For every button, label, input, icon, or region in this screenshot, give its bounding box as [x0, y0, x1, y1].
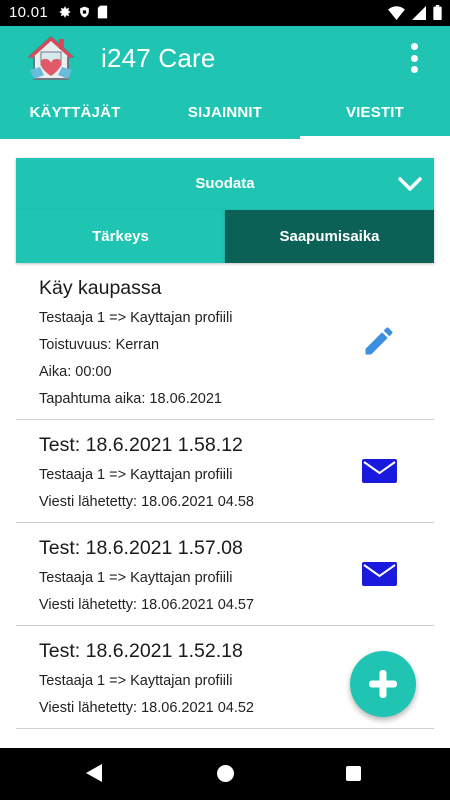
pencil-icon[interactable] [361, 323, 397, 359]
filter-toggle[interactable]: Suodata [16, 158, 434, 210]
filter-label: Suodata [195, 175, 255, 192]
tab-messages[interactable]: VIESTIT [300, 90, 450, 139]
tab-locations[interactable]: SIJAINNIT [150, 90, 300, 139]
message-route: Testaaja 1 => Kayttajan profiili [39, 467, 233, 483]
list-item[interactable]: Test: 18.6.2021 1.58.12 Testaaja 1 => Ka… [16, 420, 434, 523]
overflow-menu-icon[interactable] [408, 43, 420, 73]
app-title: i247 Care [101, 43, 216, 73]
message-time: Aika: 00:00 [39, 364, 112, 380]
status-right-icons [388, 5, 442, 20]
message-title: Test: 18.6.2021 1.52.18 [39, 640, 243, 662]
home-circle-icon[interactable] [217, 765, 234, 782]
tab-row: KÄYTTÄJÄT SIJAINNIT VIESTIT [0, 90, 450, 139]
message-sent-time: Viesti lähetetty: 18.06.2021 04.52 [39, 700, 254, 716]
system-nav-bar [0, 748, 450, 800]
message-sent-time: Viesti lähetetty: 18.06.2021 04.58 [39, 494, 254, 510]
plus-icon [369, 670, 397, 698]
message-title: Test: 18.6.2021 1.57.08 [39, 537, 243, 559]
sort-by-priority-button[interactable]: Tärkeys [16, 210, 225, 263]
battery-icon [433, 5, 442, 20]
recents-square-icon[interactable] [346, 766, 361, 781]
shield-icon [80, 6, 89, 18]
back-triangle-icon[interactable] [86, 764, 102, 782]
message-route: Testaaja 1 => Kayttajan profiili [39, 673, 233, 689]
message-route: Testaaja 1 => Kayttajan profiili [39, 570, 233, 586]
status-time: 10.01 [9, 4, 49, 21]
message-sent-time: Viesti lähetetty: 18.06.2021 04.57 [39, 597, 254, 613]
sort-by-arrival-button[interactable]: Saapumisaika [225, 210, 434, 263]
envelope-icon[interactable] [362, 459, 397, 483]
signal-icon [412, 5, 426, 20]
message-title: Käy kaupassa [39, 277, 162, 299]
status-left-icons [58, 5, 108, 19]
chevron-down-icon [398, 177, 422, 191]
list-item[interactable]: Test: 18.6.2021 1.57.08 Testaaja 1 => Ka… [16, 523, 434, 626]
tab-users[interactable]: KÄYTTÄJÄT [0, 90, 150, 139]
message-title: Test: 18.6.2021 1.58.12 [39, 434, 243, 456]
add-message-button[interactable] [350, 651, 416, 717]
list-item[interactable]: Käy kaupassa Testaaja 1 => Kayttajan pro… [16, 263, 434, 420]
sd-card-icon [97, 5, 108, 19]
gear-icon [59, 6, 71, 18]
app-bar: i247 Care KÄYTTÄJÄT SIJAINNIT VIESTIT [0, 26, 450, 139]
message-recurrence: Toistuvuus: Kerran [39, 337, 160, 353]
envelope-icon[interactable] [362, 562, 397, 586]
wifi-icon [388, 5, 405, 20]
house-heart-logo [28, 36, 74, 80]
sort-row: Tärkeys Saapumisaika [16, 210, 434, 263]
status-bar: 10.01 [0, 0, 450, 26]
message-event-date: Tapahtuma aika: 18.06.2021 [39, 391, 222, 407]
message-route: Testaaja 1 => Kayttajan profiili [39, 310, 233, 326]
